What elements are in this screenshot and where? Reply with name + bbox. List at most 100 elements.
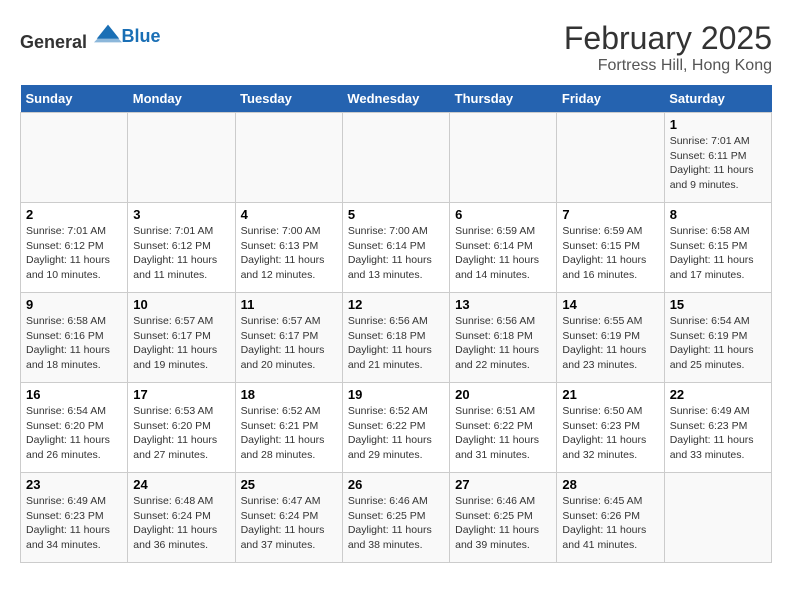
calendar-day-cell: 19 Sunrise: 6:52 AM Sunset: 6:22 PM Dayli… (342, 383, 449, 473)
calendar-day-cell (128, 113, 235, 203)
day-info: Sunrise: 6:50 AM Sunset: 6:23 PM Dayligh… (562, 404, 658, 463)
calendar-day-cell (21, 113, 128, 203)
day-info: Sunrise: 6:46 AM Sunset: 6:25 PM Dayligh… (455, 494, 551, 553)
day-info: Sunrise: 6:53 AM Sunset: 6:20 PM Dayligh… (133, 404, 229, 463)
day-of-week-header: Wednesday (342, 85, 449, 113)
calendar-day-cell: 20 Sunrise: 6:51 AM Sunset: 6:22 PM Dayli… (450, 383, 557, 473)
day-number: 3 (133, 207, 229, 222)
calendar-day-cell: 27Sunrise: 6:46 AM Sunset: 6:25 PM Dayli… (450, 473, 557, 563)
day-info: Sunrise: 7:00 AM Sunset: 6:13 PM Dayligh… (241, 224, 337, 283)
calendar-week-row: 9 Sunrise: 6:58 AM Sunset: 6:16 PM Daylig… (21, 293, 772, 383)
calendar-day-cell: 14 Sunrise: 6:55 AM Sunset: 6:19 PM Dayli… (557, 293, 664, 383)
day-info: Sunrise: 6:56 AM Sunset: 6:18 PM Dayligh… (348, 314, 444, 373)
day-number: 23 (26, 477, 122, 492)
logo-general: General (20, 32, 87, 52)
day-info: Sunrise: 6:51 AM Sunset: 6:22 PM Dayligh… (455, 404, 551, 463)
day-number: 4 (241, 207, 337, 222)
calendar-day-cell: 21Sunrise: 6:50 AM Sunset: 6:23 PM Dayli… (557, 383, 664, 473)
calendar-day-cell: 4 Sunrise: 7:00 AM Sunset: 6:13 PM Daylig… (235, 203, 342, 293)
day-info: Sunrise: 6:47 AM Sunset: 6:24 PM Dayligh… (241, 494, 337, 553)
day-info: Sunrise: 6:52 AM Sunset: 6:22 PM Dayligh… (348, 404, 444, 463)
calendar-day-cell: 24 Sunrise: 6:48 AM Sunset: 6:24 PM Dayli… (128, 473, 235, 563)
day-number: 22 (670, 387, 766, 402)
day-number: 12 (348, 297, 444, 312)
day-of-week-header: Tuesday (235, 85, 342, 113)
calendar-day-cell (557, 113, 664, 203)
calendar-day-cell: 2Sunrise: 7:01 AM Sunset: 6:12 PM Daylig… (21, 203, 128, 293)
day-number: 18 (241, 387, 337, 402)
day-number: 2 (26, 207, 122, 222)
calendar-day-cell: 12 Sunrise: 6:56 AM Sunset: 6:18 PM Dayli… (342, 293, 449, 383)
day-number: 26 (348, 477, 444, 492)
calendar-day-cell: 9 Sunrise: 6:58 AM Sunset: 6:16 PM Daylig… (21, 293, 128, 383)
day-info: Sunrise: 6:57 AM Sunset: 6:17 PM Dayligh… (241, 314, 337, 373)
day-number: 25 (241, 477, 337, 492)
calendar-header-row: SundayMondayTuesdayWednesdayThursdayFrid… (21, 85, 772, 113)
calendar-day-cell: 13Sunrise: 6:56 AM Sunset: 6:18 PM Dayli… (450, 293, 557, 383)
day-number: 24 (133, 477, 229, 492)
day-info: Sunrise: 6:52 AM Sunset: 6:21 PM Dayligh… (241, 404, 337, 463)
calendar-day-cell: 23Sunrise: 6:49 AM Sunset: 6:23 PM Dayli… (21, 473, 128, 563)
day-of-week-header: Thursday (450, 85, 557, 113)
day-number: 6 (455, 207, 551, 222)
day-info: Sunrise: 6:57 AM Sunset: 6:17 PM Dayligh… (133, 314, 229, 373)
calendar-week-row: 1 Sunrise: 7:01 AM Sunset: 6:11 PM Daylig… (21, 113, 772, 203)
month-title: February 2025 (564, 20, 772, 57)
logo: General Blue (20, 20, 161, 53)
calendar-day-cell: 26 Sunrise: 6:46 AM Sunset: 6:25 PM Dayli… (342, 473, 449, 563)
header: General Blue February 2025 Fortress Hill… (20, 20, 772, 75)
title-area: February 2025 Fortress Hill, Hong Kong (564, 20, 772, 75)
calendar-day-cell (664, 473, 771, 563)
day-number: 28 (562, 477, 658, 492)
calendar-day-cell: 11 Sunrise: 6:57 AM Sunset: 6:17 PM Dayli… (235, 293, 342, 383)
calendar-day-cell: 8Sunrise: 6:58 AM Sunset: 6:15 PM Daylig… (664, 203, 771, 293)
day-number: 10 (133, 297, 229, 312)
logo-blue: Blue (122, 26, 161, 46)
day-info: Sunrise: 6:58 AM Sunset: 6:16 PM Dayligh… (26, 314, 122, 373)
day-number: 9 (26, 297, 122, 312)
day-info: Sunrise: 6:55 AM Sunset: 6:19 PM Dayligh… (562, 314, 658, 373)
day-number: 16 (26, 387, 122, 402)
day-info: Sunrise: 7:01 AM Sunset: 6:11 PM Dayligh… (670, 134, 766, 193)
calendar-day-cell: 15 Sunrise: 6:54 AM Sunset: 6:19 PM Dayli… (664, 293, 771, 383)
day-number: 19 (348, 387, 444, 402)
day-of-week-header: Monday (128, 85, 235, 113)
calendar-day-cell: 1 Sunrise: 7:01 AM Sunset: 6:11 PM Daylig… (664, 113, 771, 203)
day-info: Sunrise: 6:59 AM Sunset: 6:14 PM Dayligh… (455, 224, 551, 283)
day-number: 5 (348, 207, 444, 222)
day-number: 14 (562, 297, 658, 312)
day-info: Sunrise: 6:45 AM Sunset: 6:26 PM Dayligh… (562, 494, 658, 553)
day-number: 11 (241, 297, 337, 312)
calendar-day-cell: 6 Sunrise: 6:59 AM Sunset: 6:14 PM Daylig… (450, 203, 557, 293)
day-info: Sunrise: 6:48 AM Sunset: 6:24 PM Dayligh… (133, 494, 229, 553)
calendar-table: SundayMondayTuesdayWednesdayThursdayFrid… (20, 85, 772, 563)
day-info: Sunrise: 6:54 AM Sunset: 6:20 PM Dayligh… (26, 404, 122, 463)
calendar-day-cell: 22 Sunrise: 6:49 AM Sunset: 6:23 PM Dayli… (664, 383, 771, 473)
location-subtitle: Fortress Hill, Hong Kong (564, 57, 772, 75)
day-info: Sunrise: 6:49 AM Sunset: 6:23 PM Dayligh… (670, 404, 766, 463)
day-number: 13 (455, 297, 551, 312)
calendar-day-cell (342, 113, 449, 203)
calendar-day-cell: 10 Sunrise: 6:57 AM Sunset: 6:17 PM Dayli… (128, 293, 235, 383)
day-number: 20 (455, 387, 551, 402)
calendar-day-cell: 5 Sunrise: 7:00 AM Sunset: 6:14 PM Daylig… (342, 203, 449, 293)
day-number: 7 (562, 207, 658, 222)
calendar-day-cell: 28 Sunrise: 6:45 AM Sunset: 6:26 PM Dayli… (557, 473, 664, 563)
calendar-week-row: 16 Sunrise: 6:54 AM Sunset: 6:20 PM Dayli… (21, 383, 772, 473)
day-info: Sunrise: 7:00 AM Sunset: 6:14 PM Dayligh… (348, 224, 444, 283)
logo-icon (94, 20, 122, 48)
day-info: Sunrise: 7:01 AM Sunset: 6:12 PM Dayligh… (133, 224, 229, 283)
calendar-day-cell: 25 Sunrise: 6:47 AM Sunset: 6:24 PM Dayli… (235, 473, 342, 563)
calendar-day-cell: 17Sunrise: 6:53 AM Sunset: 6:20 PM Dayli… (128, 383, 235, 473)
day-of-week-header: Friday (557, 85, 664, 113)
calendar-week-row: 2 Sunrise: 7:01 AM Sunset: 6:12 PM Daylig… (21, 203, 772, 293)
day-info: Sunrise: 6:54 AM Sunset: 6:19 PM Dayligh… (670, 314, 766, 373)
day-info: Sunrise: 6:59 AM Sunset: 6:15 PM Dayligh… (562, 224, 658, 283)
calendar-day-cell (450, 113, 557, 203)
day-number: 15 (670, 297, 766, 312)
day-info: Sunrise: 6:46 AM Sunset: 6:25 PM Dayligh… (348, 494, 444, 553)
calendar-day-cell: 3 Sunrise: 7:01 AM Sunset: 6:12 PM Daylig… (128, 203, 235, 293)
day-number: 8 (670, 207, 766, 222)
day-number: 1 (670, 117, 766, 132)
day-of-week-header: Sunday (21, 85, 128, 113)
